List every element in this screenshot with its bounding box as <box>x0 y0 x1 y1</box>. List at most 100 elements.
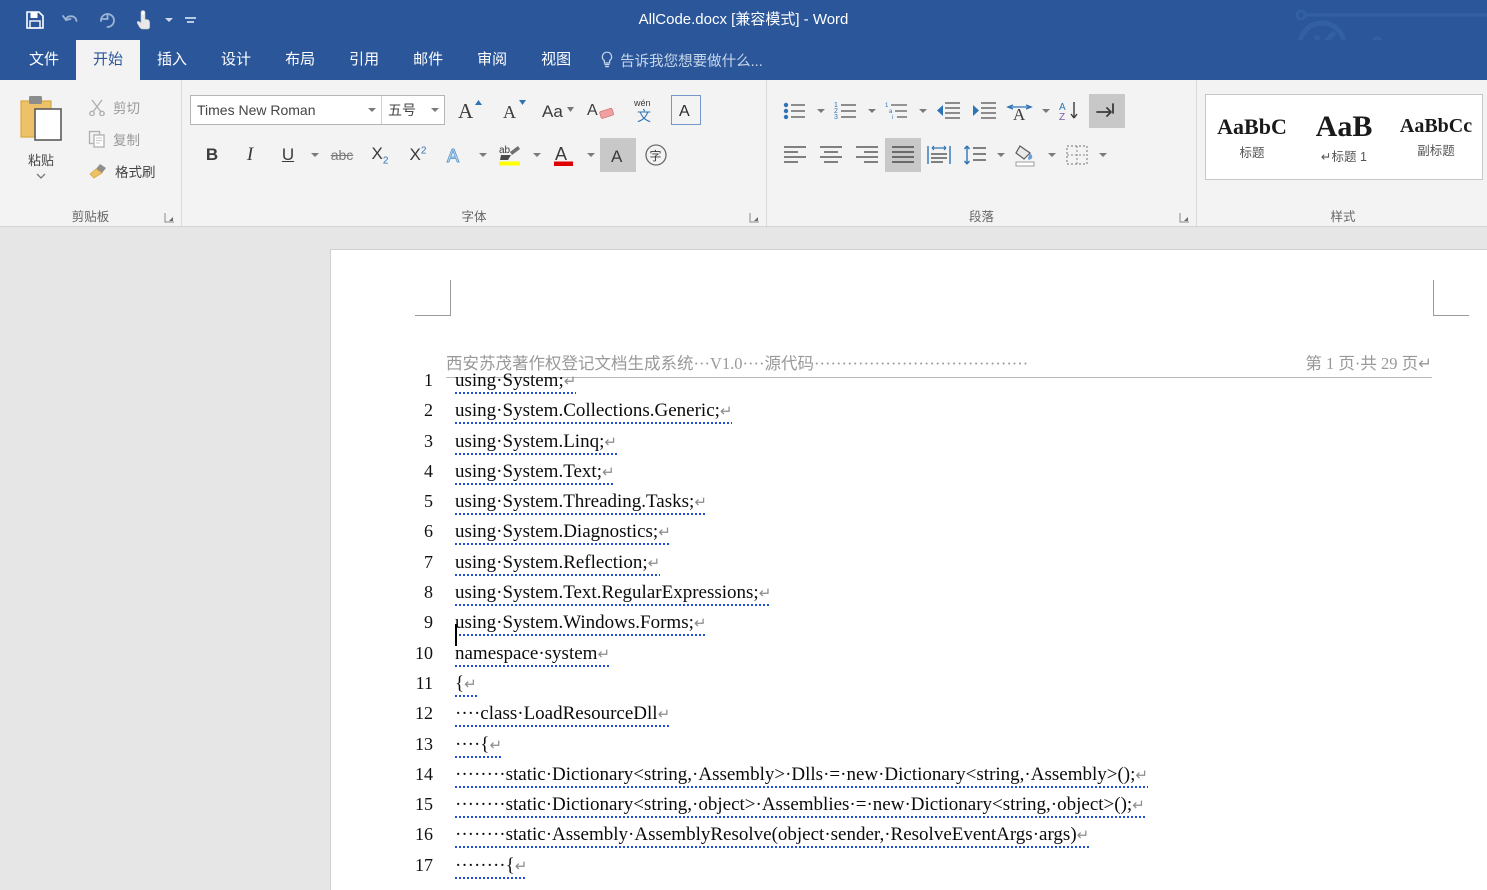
cut-button[interactable]: 剪切 <box>82 94 162 120</box>
bullets-button[interactable] <box>777 94 813 128</box>
multilevel-list-button[interactable]: 1 a i <box>879 94 915 128</box>
line-text[interactable]: using·System.Diagnostics;↵ <box>455 521 671 546</box>
underline-dropdown-icon[interactable] <box>308 138 322 172</box>
code-line[interactable]: 8 using·System.Text.RegularExpressions;↵ <box>379 582 1477 612</box>
line-text[interactable]: using·System.Threading.Tasks;↵ <box>455 491 707 516</box>
touch-mode-button[interactable] <box>126 5 160 35</box>
tab-review[interactable]: 审阅 <box>460 40 524 80</box>
line-text[interactable]: ····{↵ <box>455 733 503 758</box>
clipboard-dialog-launcher[interactable] <box>164 212 175 223</box>
show-formatting-marks-button[interactable] <box>1089 94 1125 128</box>
font-dialog-launcher[interactable] <box>749 212 760 223</box>
code-line[interactable]: 10 namespace·system↵ <box>379 642 1477 673</box>
copy-button[interactable]: 复制 <box>82 126 162 152</box>
code-line[interactable]: 14 ········static·Dictionary<string,·Ass… <box>379 763 1477 794</box>
line-text[interactable]: using·System;↵ <box>455 370 577 394</box>
tab-layout[interactable]: 布局 <box>268 40 332 80</box>
customize-qat-button[interactable] <box>178 5 202 35</box>
font-name-input[interactable]: Times New Roman <box>191 102 363 118</box>
code-line[interactable]: 15 ········static·Dictionary<string,·obj… <box>379 794 1477 824</box>
highlight-button[interactable]: ab <box>492 138 528 172</box>
subscript-button[interactable]: X2 <box>362 138 398 172</box>
tab-references[interactable]: 引用 <box>332 40 396 80</box>
character-shading-button[interactable]: A <box>600 138 636 172</box>
style-item-title[interactable]: AaBbC 标题 <box>1206 95 1298 179</box>
paste-dropdown-icon[interactable] <box>36 173 46 179</box>
code-line[interactable]: 2 using·System.Collections.Generic;↵ <box>379 400 1477 430</box>
code-line[interactable]: 11 {↵ <box>379 672 1477 703</box>
shrink-font-button[interactable]: A <box>495 93 533 127</box>
numbering-dropdown-icon[interactable] <box>864 94 879 128</box>
code-line[interactable]: 3 using·System.Linq;↵ <box>379 430 1477 461</box>
line-text[interactable]: ········static·Dictionary<string,·object… <box>455 794 1145 819</box>
redo-button[interactable] <box>90 5 124 35</box>
document-body[interactable]: 1 using·System;↵ 2 using·System.Collecti… <box>379 370 1477 885</box>
code-line[interactable]: 12 ····class·LoadResourceDll↵ <box>379 703 1477 733</box>
code-line[interactable]: 5 using·System.Threading.Tasks;↵ <box>379 491 1477 521</box>
tab-file[interactable]: 文件 <box>12 40 76 80</box>
tab-mailings[interactable]: 邮件 <box>396 40 460 80</box>
bold-button[interactable]: B <box>194 138 230 172</box>
undo-button[interactable] <box>54 5 88 35</box>
increase-indent-button[interactable] <box>966 94 1002 128</box>
font-size-input[interactable]: 五号 <box>382 100 426 120</box>
tell-me-search[interactable]: 告诉我您想要做什么... <box>588 40 763 80</box>
font-name-dropdown-icon[interactable] <box>363 108 381 112</box>
numbering-button[interactable]: 1 2 3 <box>828 94 864 128</box>
italic-button[interactable]: I <box>232 138 268 172</box>
asian-layout-dropdown-icon[interactable] <box>1038 94 1053 128</box>
distribute-button[interactable] <box>921 138 957 172</box>
superscript-button[interactable]: X2 <box>400 138 436 172</box>
clear-formatting-button[interactable]: A <box>583 93 621 127</box>
tab-design[interactable]: 设计 <box>204 40 268 80</box>
code-line[interactable]: 13 ····{↵ <box>379 733 1477 764</box>
code-line[interactable]: 17 ········{↵ <box>379 854 1477 885</box>
line-text[interactable]: using·System.Windows.Forms;↵ <box>455 612 707 637</box>
code-line[interactable]: 7 using·System.Reflection;↵ <box>379 551 1477 582</box>
justify-button[interactable] <box>885 138 921 172</box>
line-text[interactable]: ····class·LoadResourceDll↵ <box>455 703 671 728</box>
font-size-dropdown-icon[interactable] <box>426 108 444 112</box>
decrease-indent-button[interactable] <box>930 94 966 128</box>
highlight-dropdown-icon[interactable] <box>530 138 544 172</box>
line-text[interactable]: ········static·Dictionary<string,·Assemb… <box>455 763 1148 788</box>
grow-font-button[interactable]: A <box>451 93 489 127</box>
format-painter-button[interactable]: 格式刷 <box>82 158 162 184</box>
phonetic-guide-button[interactable]: wén 文 <box>627 93 665 127</box>
bullets-dropdown-icon[interactable] <box>813 94 828 128</box>
borders-dropdown-icon[interactable] <box>1095 138 1110 172</box>
tab-home[interactable]: 开始 <box>76 40 141 80</box>
strikethrough-button[interactable]: abc <box>324 138 360 172</box>
line-text[interactable]: using·System.Text.RegularExpressions;↵ <box>455 582 772 607</box>
shading-dropdown-icon[interactable] <box>1044 138 1059 172</box>
style-item-heading1[interactable]: AaB ↵标题 1 <box>1298 95 1390 179</box>
asian-layout-button[interactable]: A <box>1002 94 1038 128</box>
paragraph-dialog-launcher[interactable] <box>1179 212 1190 223</box>
enclose-characters-button[interactable]: 字 <box>638 138 674 172</box>
align-left-button[interactable] <box>777 138 813 172</box>
tab-view[interactable]: 视图 <box>524 40 588 80</box>
code-line[interactable]: 1 using·System;↵ <box>379 370 1477 400</box>
text-effects-button[interactable]: A <box>438 138 474 172</box>
code-line[interactable]: 16 ········static·Assembly·AssemblyResol… <box>379 824 1477 854</box>
document-page[interactable]: 西安苏茂著作权登记文档生成系统···V1.0····源代码···········… <box>330 249 1487 890</box>
line-text[interactable]: using·System.Linq;↵ <box>455 430 617 455</box>
shading-button[interactable] <box>1008 138 1044 172</box>
line-spacing-dropdown-icon[interactable] <box>993 138 1008 172</box>
save-button[interactable] <box>18 5 52 35</box>
line-text[interactable]: ········{↵ <box>455 854 528 879</box>
touch-mode-dropdown[interactable] <box>162 5 176 35</box>
code-line[interactable]: 4 using·System.Text;↵ <box>379 460 1477 491</box>
line-text[interactable]: ········static·Assembly·AssemblyResolve(… <box>455 824 1090 849</box>
code-line[interactable]: 9 using·System.Windows.Forms;↵ <box>379 612 1477 642</box>
underline-button[interactable]: U <box>270 138 306 172</box>
text-effects-dropdown-icon[interactable] <box>476 138 490 172</box>
sort-button[interactable]: A Z <box>1053 94 1089 128</box>
line-text[interactable]: using·System.Text;↵ <box>455 460 615 485</box>
align-center-button[interactable] <box>813 138 849 172</box>
line-text[interactable]: using·System.Reflection;↵ <box>455 551 661 576</box>
style-item-subtitle[interactable]: AaBbCc 副标题 <box>1390 95 1482 179</box>
styles-gallery[interactable]: AaBbC 标题 AaB ↵标题 1 AaBbCc 副标题 <box>1205 94 1483 180</box>
line-text[interactable]: namespace·system↵ <box>455 642 611 667</box>
change-case-button[interactable]: Aa <box>539 93 577 127</box>
